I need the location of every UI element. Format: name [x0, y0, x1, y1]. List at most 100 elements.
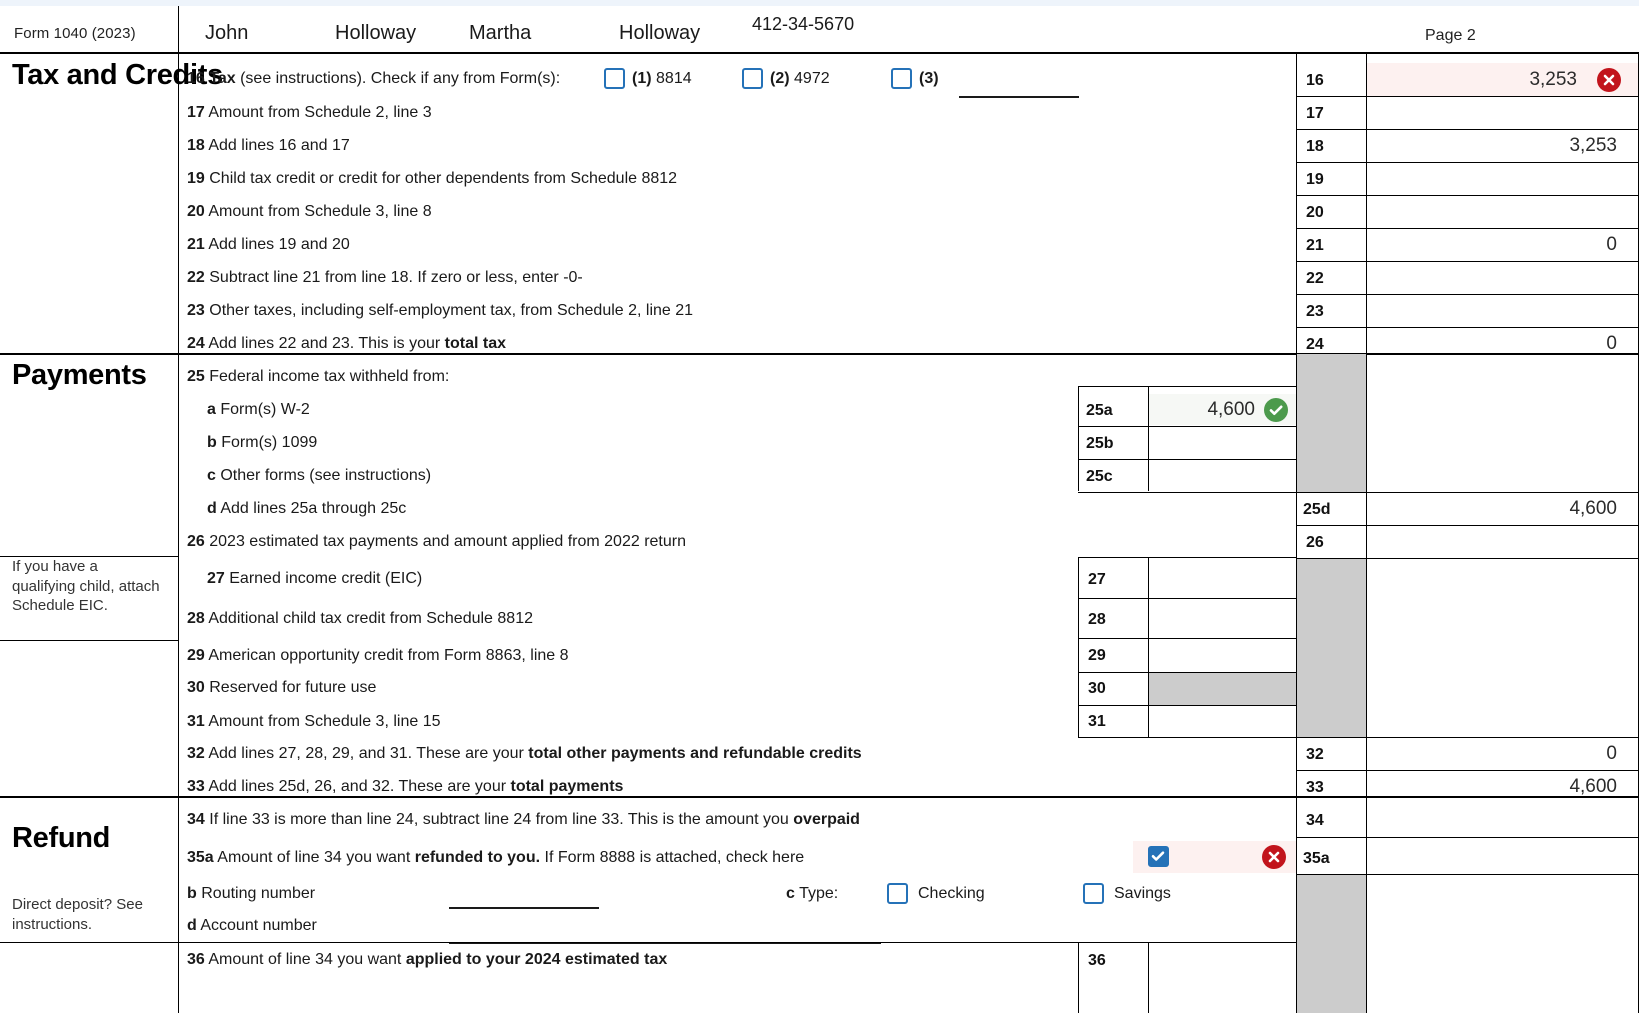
cell-number-17: 17	[1306, 105, 1324, 122]
line-34-number: 34	[187, 811, 205, 828]
line-35a-error-icon[interactable]	[1262, 845, 1286, 869]
line-33-label-bold: total payments	[510, 778, 624, 795]
grid-rule-29	[1078, 672, 1297, 673]
cell-value-18[interactable]: 3,253	[1377, 135, 1617, 157]
account-type-checking-checkbox[interactable]	[887, 883, 908, 904]
grid-rule-25d-top	[1296, 492, 1639, 493]
divider-sub-amount-36	[1148, 942, 1149, 1013]
line-25-label: Federal income tax withheld from:	[209, 368, 450, 385]
line-25c-number: c	[207, 467, 216, 484]
divider-linenum-column	[1296, 52, 1297, 1013]
grid-rule-27	[1078, 598, 1297, 599]
line-28-text: 28 Additional child tax credit from Sche…	[187, 610, 533, 628]
grid-rule-32	[1296, 770, 1639, 771]
line-20-text: 20 Amount from Schedule 3, line 8	[187, 203, 432, 221]
grid-rule-28	[1078, 638, 1297, 639]
line-25a-success-icon[interactable]	[1264, 398, 1288, 422]
line-21-label: Add lines 19 and 20	[208, 236, 350, 253]
form-header: Form 1040 (2023) John Holloway Martha Ho…	[0, 6, 1639, 58]
line-25-number: 25	[187, 368, 205, 385]
line-16-checkbox-8814[interactable]	[604, 68, 625, 89]
section-note-refund: Direct deposit? See instructions.	[12, 896, 143, 933]
line-25a-text: a Form(s) W-2	[207, 401, 310, 419]
cell-number-25b: 25b	[1086, 435, 1114, 452]
line-23-text: 23 Other taxes, including self-employmen…	[187, 302, 693, 320]
line-16-checkbox-other[interactable]	[891, 68, 912, 89]
line-16-label-bold: Tax	[209, 70, 236, 87]
line-30-text: 30 Reserved for future use	[187, 679, 376, 697]
line-35a-label: Amount of line 34 you want	[217, 849, 415, 866]
taxpayer-last-name: Holloway	[335, 22, 417, 44]
line-35a-form-8888-checkbox[interactable]	[1148, 846, 1169, 867]
divider-sub-linenum-36	[1078, 942, 1079, 1013]
line-35a-label-bold: refunded to you.	[414, 849, 541, 866]
cell-number-32: 32	[1306, 746, 1324, 763]
line-19-label: Child tax credit or credit for other dep…	[209, 170, 678, 187]
grid-rule-18	[1296, 162, 1639, 163]
line-16-number: 16	[187, 70, 205, 87]
line-35b-number: b	[187, 885, 197, 902]
line-31-number: 31	[187, 713, 205, 730]
shaded-block-25	[1297, 354, 1366, 492]
line-19-text: 19 Child tax credit or credit for other …	[187, 170, 677, 188]
line-21-text: 21 Add lines 19 and 20	[187, 236, 350, 254]
line-26-text: 26 2023 estimated tax payments and amoun…	[187, 533, 686, 551]
line-35c-label: Type:	[799, 885, 839, 902]
cell-number-27: 27	[1088, 571, 1106, 588]
line-25-text: 25 Federal income tax withheld from:	[187, 368, 449, 386]
grid-rule-27-top	[1078, 557, 1297, 558]
line-16-option-2-label: (2)	[770, 70, 790, 87]
grid-rule-20	[1296, 228, 1639, 229]
cell-value-21[interactable]: 0	[1377, 234, 1617, 256]
line-20-label: Amount from Schedule 3, line 8	[208, 203, 432, 220]
cell-number-33: 33	[1306, 779, 1324, 796]
grid-rule-25a	[1078, 426, 1297, 427]
line-16-label-rest: (see instructions). Check if any from Fo…	[240, 70, 561, 87]
line-16-other-form-input[interactable]	[959, 96, 1079, 98]
line-26-label: 2023 estimated tax payments and amount a…	[209, 533, 686, 550]
line-17-label: Amount from Schedule 2, line 3	[208, 104, 432, 121]
divider-sub-amount-27	[1148, 557, 1149, 737]
line-29-label: American opportunity credit from Form 88…	[208, 647, 569, 664]
line-35b-text: b Routing number	[187, 885, 315, 903]
cell-number-31: 31	[1088, 713, 1106, 730]
cell-number-22: 22	[1306, 270, 1324, 287]
line-35a-label-post: If Form 8888 is attached, check here	[540, 849, 805, 866]
cell-value-25a[interactable]: 4,600	[1155, 399, 1255, 421]
cell-number-36: 36	[1088, 952, 1106, 969]
line-16-error-icon[interactable]	[1597, 68, 1621, 92]
cell-value-24[interactable]: 0	[1377, 333, 1617, 355]
cell-number-25a: 25a	[1086, 402, 1113, 419]
line-18-text: 18 Add lines 16 and 17	[187, 137, 350, 155]
line-32-text: 32 Add lines 27, 28, 29, and 31. These a…	[187, 745, 862, 763]
grid-rule-25c	[1078, 492, 1297, 493]
line-25b-label: Form(s) 1099	[221, 434, 318, 451]
shaded-block-35bcd	[1297, 875, 1366, 1013]
line-35d-label: Account number	[200, 917, 317, 934]
line-36-label-bold: applied to your 2024 estimated tax	[405, 951, 668, 968]
line-22-text: 22 Subtract line 21 from line 18. If zer…	[187, 269, 583, 287]
routing-number-input[interactable]	[449, 907, 599, 909]
cell-number-34: 34	[1306, 812, 1324, 829]
line-31-label: Amount from Schedule 3, line 15	[208, 713, 441, 730]
cell-value-25d[interactable]: 4,600	[1377, 498, 1617, 520]
cell-value-16[interactable]: 3,253	[1377, 69, 1577, 91]
line-25b-number: b	[207, 434, 217, 451]
cell-value-33[interactable]: 4,600	[1377, 776, 1617, 798]
line-35d-number: d	[187, 917, 197, 934]
account-type-checking-label: Checking	[918, 885, 985, 902]
line-32-label: Add lines 27, 28, 29, and 31. These are …	[208, 745, 529, 762]
line-16-checkbox-4972[interactable]	[742, 68, 763, 89]
cell-number-21: 21	[1306, 237, 1324, 254]
line-36-text: 36 Amount of line 34 you want applied to…	[187, 951, 667, 969]
grid-rule-21	[1296, 261, 1639, 262]
line-35b-label: Routing number	[201, 885, 316, 902]
divider-amount-column	[1366, 52, 1367, 1013]
account-type-savings-checkbox[interactable]	[1083, 883, 1104, 904]
line-23-label: Other taxes, including self-employment t…	[209, 302, 694, 319]
line-35c-number: c	[786, 885, 795, 902]
section-note-payments: If you have a qualifying child, attach S…	[12, 558, 160, 614]
line-35d-text: d Account number	[187, 917, 317, 935]
form-id-label: Form 1040 (2023)	[14, 25, 136, 42]
cell-value-32[interactable]: 0	[1377, 743, 1617, 765]
